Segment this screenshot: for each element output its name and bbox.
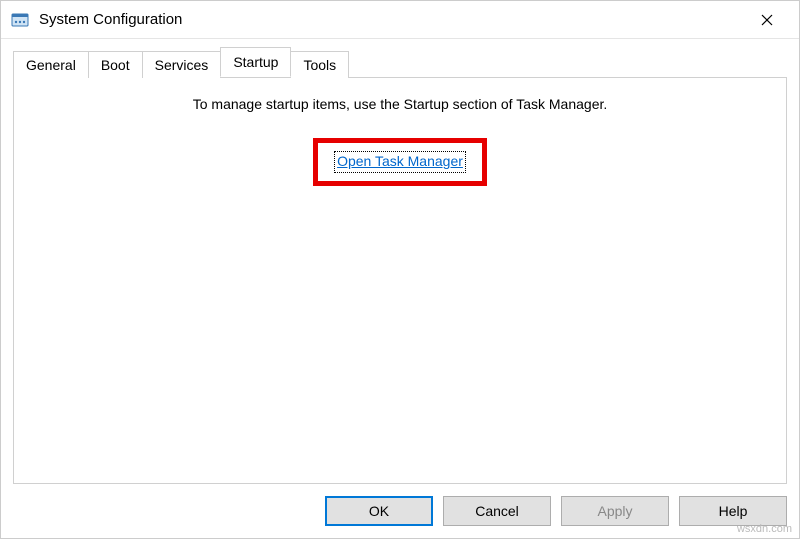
msconfig-icon: [11, 11, 29, 29]
ok-button[interactable]: OK: [325, 496, 433, 526]
startup-message: To manage startup items, use the Startup…: [30, 96, 770, 112]
close-icon: [761, 14, 773, 26]
cancel-button[interactable]: Cancel: [443, 496, 551, 526]
button-row: OK Cancel Apply Help: [13, 484, 787, 526]
tab-startup[interactable]: Startup: [220, 47, 291, 77]
tab-boot[interactable]: Boot: [88, 51, 143, 78]
tabs-area: General Boot Services Startup Tools To m…: [13, 49, 787, 484]
window-title: System Configuration: [39, 11, 747, 28]
tab-tools[interactable]: Tools: [290, 51, 349, 78]
open-task-manager-link[interactable]: Open Task Manager: [337, 153, 463, 169]
highlight-annotation: Open Task Manager: [313, 138, 487, 186]
tab-general[interactable]: General: [13, 51, 89, 78]
tab-panel-startup: To manage startup items, use the Startup…: [13, 77, 787, 484]
dialog-body: General Boot Services Startup Tools To m…: [1, 39, 799, 538]
link-focus-ring: Open Task Manager: [334, 151, 466, 173]
apply-button: Apply: [561, 496, 669, 526]
tab-strip: General Boot Services Startup Tools: [13, 49, 787, 77]
title-bar: System Configuration: [1, 1, 799, 39]
close-button[interactable]: [747, 5, 787, 35]
help-button[interactable]: Help: [679, 496, 787, 526]
watermark: wsxdn.com: [737, 523, 792, 535]
system-configuration-window: System Configuration General Boot Servic…: [0, 0, 800, 539]
tab-services[interactable]: Services: [142, 51, 222, 78]
